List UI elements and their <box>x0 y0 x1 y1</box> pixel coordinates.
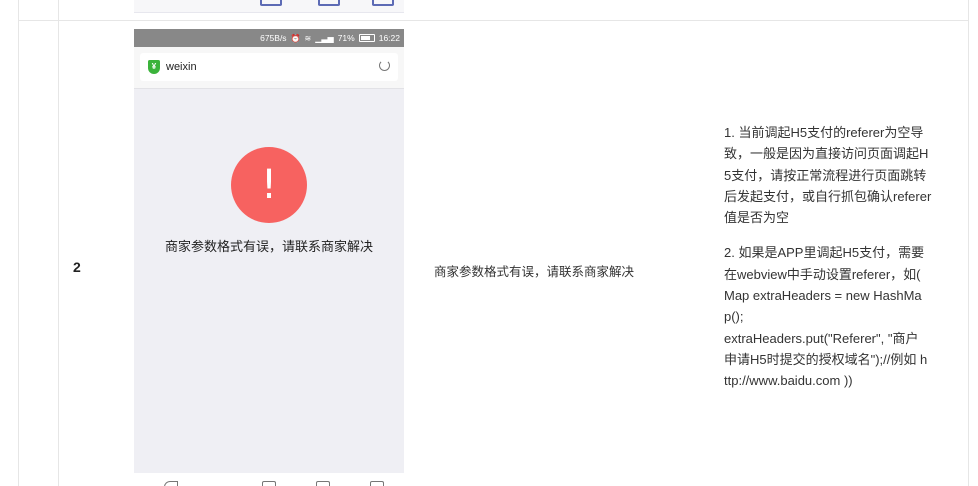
bookmark-icon <box>318 0 340 6</box>
solution-item: 2. 如果是APP里调起H5支付，需要 在webview中手动设置referer… <box>724 245 928 389</box>
home-icon <box>316 481 330 486</box>
back-icon <box>142 0 160 4</box>
warning-icon: ! <box>231 147 307 223</box>
tabs-icon <box>372 0 394 6</box>
share-icon <box>260 0 282 6</box>
browser-header: ¥ weixin <box>134 47 404 89</box>
alarm-icon: ⏰ <box>290 33 301 43</box>
next-bottom-toolbar <box>134 478 404 486</box>
solution-item: 1. 当前调起H5支付的referer为空导 致，一般是因为直接访问页面调起H … <box>724 125 932 226</box>
share-icon <box>262 481 276 486</box>
table-border-col1 <box>58 0 59 486</box>
solution-text: 1. 当前调起H5支付的referer为空导 致，一般是因为直接访问页面调起H … <box>724 122 956 392</box>
wifi-icon: ≋ <box>304 33 312 43</box>
secure-shield-icon: ¥ <box>148 60 160 74</box>
row-number: 2 <box>73 259 81 275</box>
battery-icon <box>358 34 375 42</box>
url-title: weixin <box>166 61 197 73</box>
back-icon <box>164 481 178 486</box>
network-speed: 675B/s <box>260 33 287 43</box>
previous-screenshot-bottom <box>134 0 404 13</box>
signal-icon: ▁▃▅ <box>315 33 334 43</box>
table-border-left <box>18 0 19 486</box>
table-row-divider <box>18 20 968 21</box>
tabs-icon <box>370 481 384 486</box>
table-border-right <box>968 0 969 486</box>
status-bar: 675B/s ⏰ ≋ ▁▃▅ 71% 16:22 <box>134 29 404 47</box>
error-screenshot: 675B/s ⏰ ≋ ▁▃▅ 71% 16:22 ¥ weixin ! 商家参数… <box>134 29 404 473</box>
screenshot-error-message: 商家参数格式有误，请联系商家解决 <box>164 239 373 254</box>
refresh-icon <box>379 60 390 71</box>
clock: 16:22 <box>378 33 400 43</box>
url-bar: ¥ weixin <box>140 53 398 81</box>
battery-level: 71% <box>337 33 355 43</box>
error-description: 商家参数格式有误，请联系商家解决 <box>434 265 635 279</box>
